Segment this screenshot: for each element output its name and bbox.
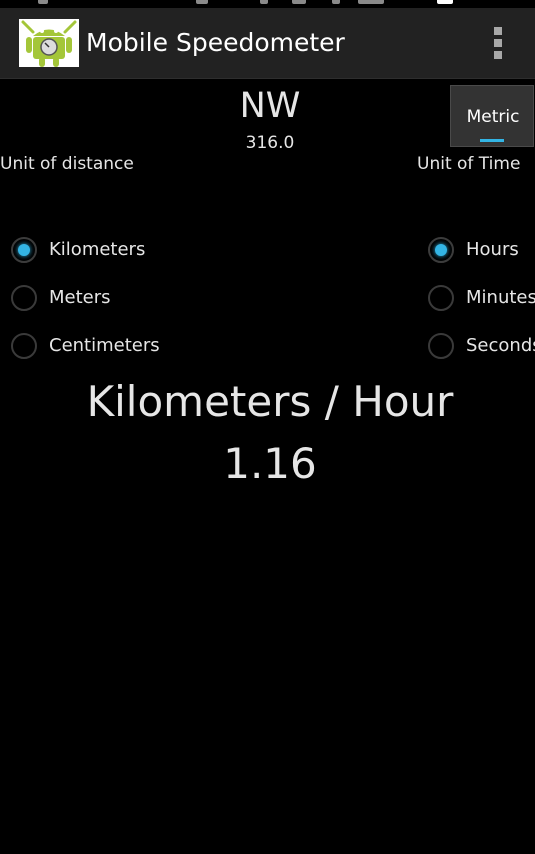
radio-label: Meters	[49, 287, 111, 308]
status-bar	[0, 0, 535, 8]
status-icon	[38, 0, 48, 4]
radio-button[interactable]	[428, 333, 454, 359]
radio-button[interactable]	[11, 285, 37, 311]
tab-selected-indicator	[480, 139, 504, 142]
radio-seconds[interactable]: Seconds	[428, 331, 535, 361]
radio-button-checked[interactable]	[11, 237, 37, 263]
app-title: Mobile Speedometer	[86, 28, 345, 57]
overflow-menu-icon[interactable]	[484, 24, 512, 62]
radio-label: Kilometers	[49, 239, 146, 260]
radio-centimeters[interactable]: Centimeters	[11, 331, 160, 361]
tab-metric-label: Metric	[466, 107, 520, 127]
action-bar: Mobile Speedometer	[0, 8, 535, 79]
radio-label: Centimeters	[49, 335, 160, 356]
radio-kilometers[interactable]: Kilometers	[11, 235, 145, 265]
radio-label: Seconds	[466, 335, 535, 356]
speed-unit-label: Kilometers / Hour	[86, 377, 454, 426]
radio-minutes[interactable]: Minutes	[428, 283, 535, 313]
radio-meters[interactable]: Meters	[11, 283, 111, 313]
distance-unit-label: Unit of distance	[0, 154, 134, 174]
speed-value: 1.16	[223, 439, 317, 488]
radio-label: Minutes	[466, 287, 535, 308]
status-icon	[292, 0, 306, 4]
battery-icon	[437, 0, 453, 4]
compass-bearing: 316.0	[245, 133, 295, 153]
status-icon	[332, 0, 340, 4]
android-speedometer-icon[interactable]	[19, 19, 79, 67]
radio-button[interactable]	[428, 285, 454, 311]
compass-direction: NW	[239, 86, 301, 126]
radio-hours[interactable]: Hours	[428, 235, 519, 265]
radio-button-checked[interactable]	[428, 237, 454, 263]
status-icon	[260, 0, 268, 4]
status-icon	[196, 0, 208, 4]
signal-icon	[358, 0, 384, 4]
android-logo-icon	[21, 20, 77, 67]
radio-label: Hours	[466, 239, 519, 260]
time-unit-label: Unit of Time	[417, 154, 521, 174]
tab-metric[interactable]: Metric	[450, 85, 534, 147]
radio-button[interactable]	[11, 333, 37, 359]
